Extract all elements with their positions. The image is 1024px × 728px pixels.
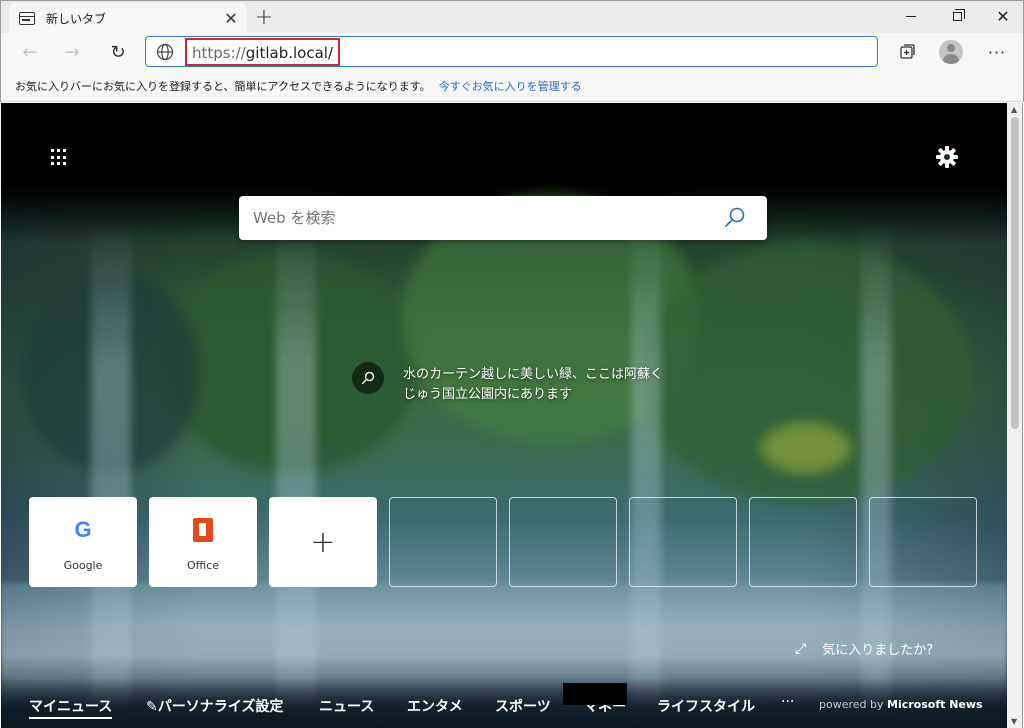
- avatar-icon: [939, 40, 963, 64]
- magnifier-icon: [361, 371, 375, 385]
- browser-toolbar: ← → ↻ https://gitlab.local/ ···: [0, 33, 1024, 70]
- background-moss: [761, 423, 851, 473]
- empty-quick-link-slot: [389, 497, 497, 587]
- office-logo-icon: [193, 518, 213, 542]
- close-tab-button[interactable]: ✕: [219, 7, 243, 31]
- add-quick-link-button[interactable]: +: [269, 497, 377, 587]
- scroll-thumb[interactable]: [1011, 117, 1019, 429]
- empty-quick-link-slot: [749, 497, 857, 587]
- url-protocol: https://: [192, 44, 246, 62]
- scroll-down-arrow-icon[interactable]: ▼: [1011, 717, 1017, 726]
- refresh-button[interactable]: ↻: [103, 37, 133, 67]
- new-tab-button[interactable]: +: [251, 4, 277, 30]
- page-scrollbar[interactable]: ▲ ▼: [1007, 103, 1023, 728]
- search-input[interactable]: Web を検索: [253, 196, 335, 240]
- restore-icon: [952, 8, 965, 21]
- collections-icon: [900, 44, 915, 59]
- quick-link-label: Google: [63, 559, 103, 572]
- restore-button[interactable]: [934, 1, 980, 31]
- tab-new-tab[interactable]: 新しいタブ ✕: [9, 3, 247, 34]
- image-caption: 水のカーテン越しに美しい緑、ここは阿蘇くじゅう国立公園内にあります: [403, 367, 664, 402]
- news-tab-sports[interactable]: スポーツ: [495, 696, 551, 716]
- quick-link-label: Office: [186, 559, 220, 572]
- news-tab-news[interactable]: ニュース: [319, 696, 374, 716]
- tab-title: 新しいタブ: [46, 12, 107, 26]
- url-host: gitlab.local/: [245, 44, 334, 62]
- empty-quick-link-slot: [629, 497, 737, 587]
- close-window-button[interactable]: ✕: [980, 1, 1024, 31]
- close-icon: ✕: [996, 6, 1010, 26]
- image-feedback-button[interactable]: ⤢ 気に入りましたか?: [795, 639, 934, 659]
- news-tab-entertainment[interactable]: エンタメ: [407, 696, 463, 716]
- profile-button[interactable]: [937, 38, 965, 66]
- app-launcher-icon[interactable]: [51, 149, 68, 166]
- back-button[interactable]: ←: [15, 37, 45, 67]
- google-logo-icon: G: [74, 517, 92, 542]
- minimize-icon: [906, 15, 916, 17]
- address-bar[interactable]: https://gitlab.local/: [145, 36, 878, 67]
- news-nav-bar: マイニュース ✎パーソナライズ設定 ニュース エンタメ スポーツ マネー ライフ…: [1, 678, 1007, 728]
- web-search-box[interactable]: Web を検索: [239, 196, 767, 240]
- url-text[interactable]: https://gitlab.local/: [185, 38, 341, 66]
- forward-button[interactable]: →: [57, 37, 87, 67]
- expand-icon: ⤢: [795, 640, 807, 657]
- image-info-button[interactable]: [352, 362, 384, 394]
- news-tab-my-news[interactable]: マイニュース: [29, 696, 113, 719]
- empty-quick-link-slot: [509, 497, 617, 587]
- globe-icon: [156, 43, 174, 61]
- tab-strip: 新しいタブ ✕ + ✕: [0, 0, 1024, 34]
- collections-button[interactable]: [893, 38, 921, 66]
- new-tab-page: Web を検索 水のカーテン越しに美しい緑、ここは阿蘇くじゅう国立公園内にありま…: [1, 103, 1007, 728]
- search-icon[interactable]: [723, 206, 747, 230]
- quick-link-office[interactable]: Office: [149, 497, 257, 587]
- empty-quick-link-slot: [869, 497, 977, 587]
- pencil-icon: ✎: [146, 699, 158, 715]
- favorites-bar-message: お気に入りバーにお気に入りを登録すると、簡単にアクセスできるようになります。: [15, 79, 431, 93]
- news-tab-lifestyle[interactable]: ライフスタイル: [657, 696, 755, 716]
- powered-by-label: powered by Microsoft News: [819, 698, 983, 711]
- scroll-up-arrow-icon[interactable]: ▲: [1011, 105, 1017, 114]
- plus-icon: +: [310, 524, 336, 560]
- gear-icon[interactable]: [935, 145, 959, 169]
- redaction-block: [563, 683, 627, 705]
- minimize-button[interactable]: [888, 1, 934, 31]
- new-tab-page-icon: [19, 12, 35, 25]
- news-tab-personalize-label: パーソナライズ設定: [157, 699, 284, 715]
- favorites-bar: お気に入りバーにお気に入りを登録すると、簡単にアクセスできるようになります。 今…: [0, 70, 1024, 102]
- settings-and-more-button[interactable]: ···: [983, 38, 1011, 66]
- news-tab-personalize[interactable]: ✎パーソナライズ設定: [146, 696, 283, 716]
- image-feedback-label: 気に入りましたか?: [822, 643, 934, 658]
- quick-link-google[interactable]: G Google: [29, 497, 137, 587]
- news-more-button[interactable]: ···: [781, 694, 794, 710]
- manage-favorites-link[interactable]: 今すぐお気に入りを管理する: [439, 78, 582, 94]
